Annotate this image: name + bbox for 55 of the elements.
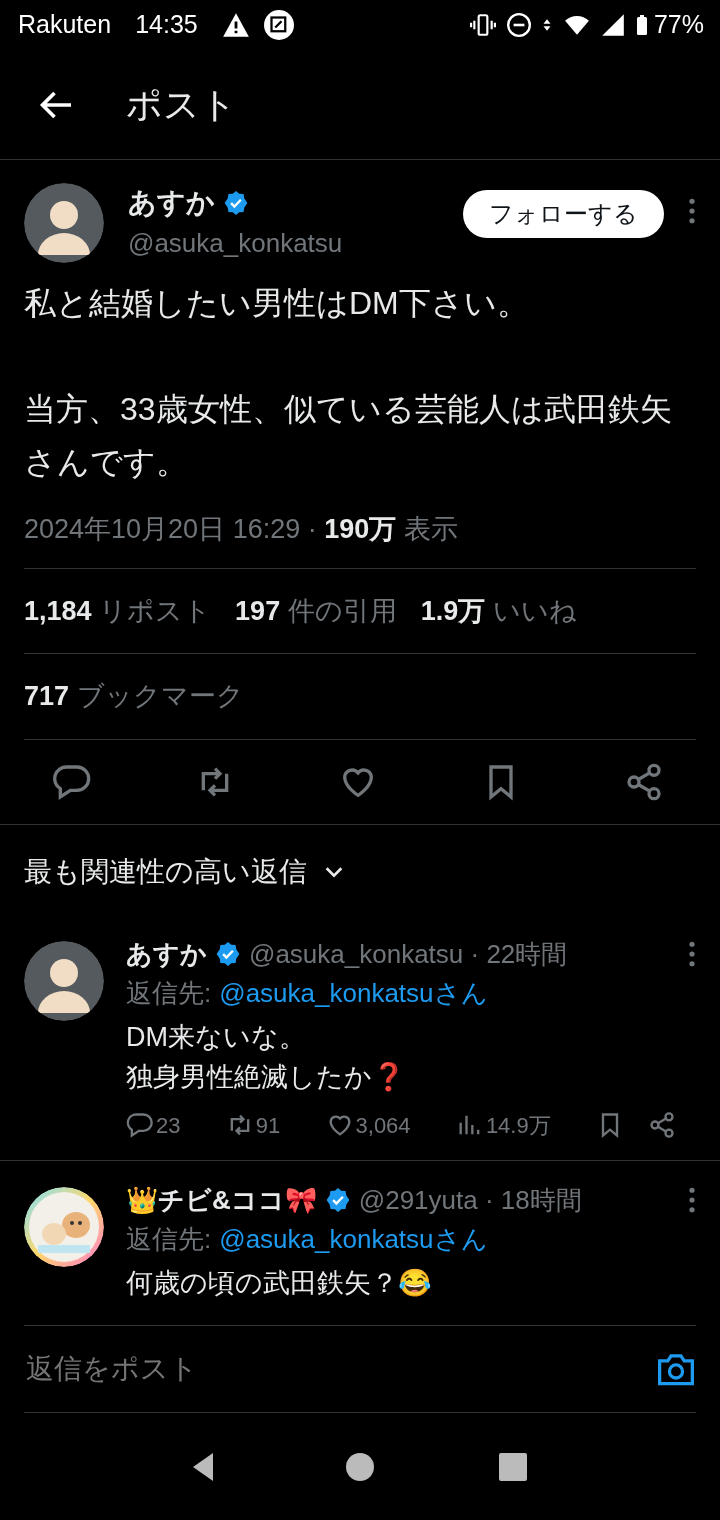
repost-button[interactable]: 91 xyxy=(225,1108,281,1142)
more-options-button[interactable] xyxy=(688,1187,696,1213)
reply-author-name: あすか xyxy=(126,937,207,971)
reply-handle-time: @asuka_konkatsu · 22時間 xyxy=(249,937,569,971)
share-button[interactable] xyxy=(624,761,664,802)
follow-button[interactable]: フォローする xyxy=(463,190,664,238)
more-icon xyxy=(688,198,696,224)
share-icon xyxy=(648,1111,676,1139)
clock-time: 14:35 xyxy=(135,9,198,41)
home-nav-button[interactable] xyxy=(344,1450,376,1483)
battery-level: 77% xyxy=(653,9,704,41)
bookmark-count: 717 ブックマーク xyxy=(23,680,245,713)
mention-link[interactable]: @asuka_konkatsuさん xyxy=(219,1223,488,1254)
reply-input[interactable]: 返信をポスト xyxy=(24,1347,656,1391)
camera-icon xyxy=(656,1351,696,1387)
share-button[interactable] xyxy=(648,1111,676,1139)
post-text: 当方、33歳女性、似ている芸能人は武田鉄矢さんです。 xyxy=(23,390,673,482)
engagement-stat: 1,184 リポスト xyxy=(24,594,212,628)
like-button[interactable]: 3,064 xyxy=(325,1108,411,1142)
more-options-button[interactable] xyxy=(688,198,696,224)
reply-handle-time: @291yuta · 18時間 xyxy=(358,1183,583,1217)
reply-to-label: 返信先: xyxy=(126,1223,212,1254)
views-button[interactable]: 14.9万 xyxy=(455,1108,551,1142)
more-icon xyxy=(688,941,696,967)
author-name: あすか xyxy=(128,186,215,220)
mention-link[interactable]: @asuka_konkatsuさん xyxy=(219,977,488,1008)
warning-icon xyxy=(221,12,250,38)
post-meta: 2024年10月20日 16:29 · 190万 表示 xyxy=(23,513,459,546)
back-arrow-icon xyxy=(38,89,74,120)
reply-author-name: 👑チビ&ココ🎀 xyxy=(126,1183,317,1217)
recents-nav-button[interactable] xyxy=(497,1450,530,1483)
signal-icon xyxy=(599,12,626,38)
more-options-button[interactable] xyxy=(688,941,696,967)
author-handle: @asuka_konkatsu xyxy=(128,227,344,260)
share-icon xyxy=(624,761,664,802)
engagement-stat: 1.9万 いいね xyxy=(420,594,577,628)
reply-text: DM来ないな。 xyxy=(126,1020,307,1054)
reply-button[interactable]: 23 xyxy=(126,1108,181,1142)
circle-icon xyxy=(344,1450,376,1483)
post-text: 私と結婚したい男性はDM下さい。 xyxy=(23,284,530,323)
back-button[interactable] xyxy=(38,89,74,120)
page-title: ポスト xyxy=(126,82,237,127)
camera-button[interactable] xyxy=(656,1351,696,1387)
carrier-name: Rakuten xyxy=(18,9,112,41)
screenshot-icon xyxy=(263,10,294,40)
reply-icon xyxy=(126,1111,154,1139)
reply-to-label: 返信先: xyxy=(126,977,212,1008)
sort-replies-button[interactable]: 最も関連性の高い返信 xyxy=(0,824,369,923)
reply-text: 何歳の頃の武田鉄矢？😂 xyxy=(126,1266,433,1300)
vibrate-icon xyxy=(467,12,498,38)
do-not-disturb-icon xyxy=(505,12,532,38)
square-icon xyxy=(497,1450,530,1483)
reply-text: 独身男性絶滅したか❓ xyxy=(126,1060,407,1094)
engagement-stat: 197 件の引用 xyxy=(235,594,397,628)
more-icon xyxy=(688,1187,696,1213)
